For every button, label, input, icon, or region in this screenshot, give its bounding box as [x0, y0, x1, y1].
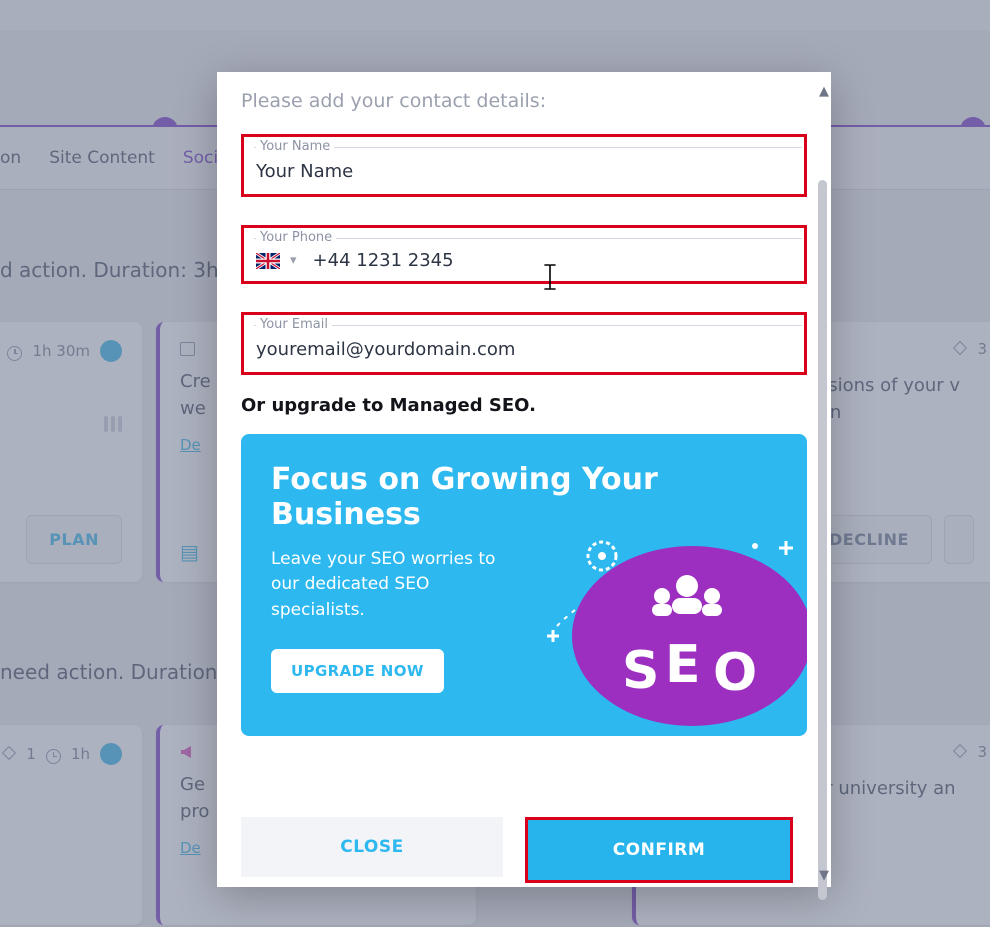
- promo-panel: Focus on Growing Your Business Leave you…: [241, 434, 807, 736]
- upgrade-now-button[interactable]: UPGRADE NOW: [271, 649, 444, 693]
- contact-details-modal: Please add your contact details: Your Na…: [217, 72, 831, 887]
- svg-text:S: S: [622, 641, 661, 701]
- svg-text:O: O: [713, 643, 757, 703]
- text-cursor-icon: [542, 264, 558, 297]
- confirm-button-highlight: CONFIRM: [525, 817, 793, 883]
- scroll-down-icon[interactable]: ▼: [819, 868, 829, 883]
- name-fieldset: Your Name: [244, 137, 804, 194]
- email-label: Your Email: [256, 317, 332, 332]
- close-button[interactable]: CLOSE: [241, 817, 503, 877]
- name-label: Your Name: [256, 139, 334, 154]
- email-input[interactable]: [256, 325, 792, 370]
- name-input[interactable]: [256, 147, 792, 192]
- email-fieldset: Your Email: [244, 315, 804, 372]
- scroll-up-icon[interactable]: ▲: [819, 84, 829, 99]
- phone-fieldset: Your Phone ▾: [244, 228, 804, 281]
- phone-field-highlight: Your Phone ▾: [241, 225, 807, 284]
- upgrade-lead: Or upgrade to Managed SEO.: [241, 395, 807, 416]
- email-field-highlight: Your Email: [241, 312, 807, 375]
- modal-title: Please add your contact details:: [241, 90, 807, 112]
- confirm-button[interactable]: CONFIRM: [528, 820, 790, 880]
- uk-flag-icon[interactable]: [256, 253, 280, 269]
- promo-art: S E O: [517, 486, 807, 736]
- scrollbar-thumb[interactable]: [818, 180, 827, 900]
- name-field-highlight: Your Name: [241, 134, 807, 197]
- chevron-down-icon[interactable]: ▾: [290, 253, 297, 268]
- modal-body: Please add your contact details: Your Na…: [217, 72, 831, 817]
- promo-body: Leave your SEO worries to our dedicated …: [271, 547, 501, 624]
- phone-label: Your Phone: [256, 230, 336, 245]
- modal-footer: CLOSE CONFIRM: [217, 817, 817, 887]
- svg-text:E: E: [665, 635, 701, 695]
